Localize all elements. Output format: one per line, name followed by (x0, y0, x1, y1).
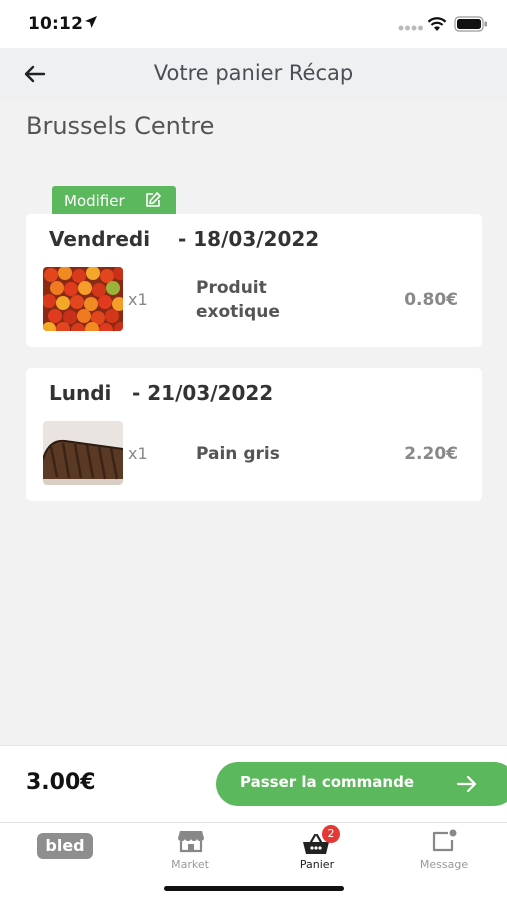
modifier-button[interactable]: Modifier (52, 186, 176, 214)
order-card-monday: Lundi - 21/03/2022 x1 Pain gris 2.20€ (26, 368, 482, 501)
tab-market[interactable]: Market (127, 823, 253, 883)
tab-bled[interactable]: bled (0, 823, 126, 883)
order-day: Lundi (49, 381, 112, 405)
product-image-tomatoes (43, 267, 123, 331)
message-icon (432, 829, 457, 852)
cart-count-badge: 2 (322, 825, 340, 843)
modifier-label: Modifier (64, 192, 125, 210)
tab-panier-label: Panier (299, 858, 335, 871)
total-price: 3.00€ (26, 770, 96, 795)
tab-market-label: Market (171, 858, 209, 871)
store-icon (178, 831, 204, 853)
order-date: - 21/03/2022 (132, 381, 274, 405)
status-bar: 10:12 (0, 0, 507, 48)
place-order-label: Passer la commande (240, 773, 415, 791)
order-card-friday: Vendredi - 18/03/2022 x1 Produit exotiqu… (26, 214, 482, 347)
header: Votre panier Récap (0, 48, 507, 100)
arrow-right-icon (456, 775, 477, 793)
tab-message-label: Message (419, 858, 469, 871)
order-day: Vendredi (49, 227, 151, 251)
item-price: 0.80€ (404, 290, 458, 310)
checkout-bar: 3.00€ Passer la commande (0, 745, 507, 822)
edit-icon (146, 192, 161, 207)
tab-panier[interactable]: 2 Panier (254, 823, 380, 883)
location-arrow-icon (85, 16, 97, 28)
page-title: Votre panier Récap (153, 61, 354, 85)
item-quantity: x1 (128, 444, 148, 463)
home-indicator (164, 886, 344, 891)
order-date: - 18/03/2022 (178, 227, 320, 251)
item-name: Pain gris (196, 444, 280, 464)
signal-icon (398, 25, 423, 31)
item-price: 2.20€ (404, 444, 458, 464)
location-title: Brussels Centre (26, 112, 215, 140)
item-name: Produit exotique (196, 278, 280, 322)
status-time: 10:12 (28, 14, 84, 34)
product-image-bread (43, 421, 123, 485)
wifi-icon (427, 17, 447, 31)
bled-logo: bled (37, 833, 93, 859)
battery-icon (454, 16, 487, 32)
item-quantity: x1 (128, 290, 148, 309)
tab-message[interactable]: Message (381, 823, 507, 883)
place-order-button[interactable]: Passer la commande (216, 762, 507, 806)
